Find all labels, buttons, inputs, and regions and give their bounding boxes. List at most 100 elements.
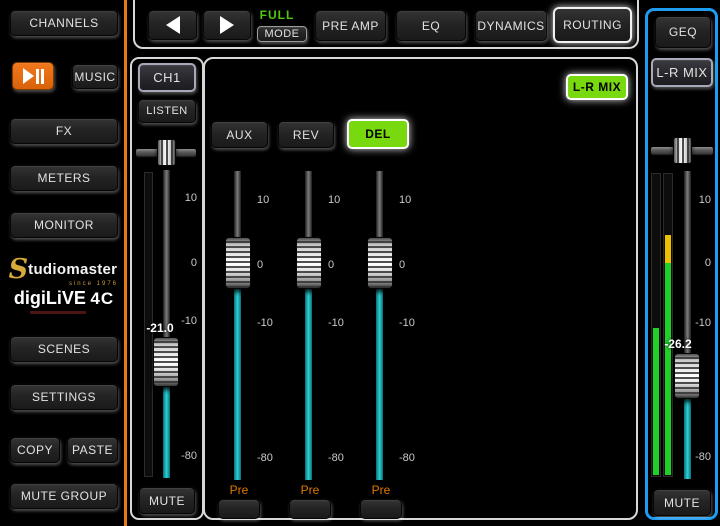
master-fader-knob[interactable] <box>674 353 700 399</box>
channel-mute-label: MUTE <box>149 494 185 508</box>
studiomaster-logo-rest: tudiomaster <box>28 261 117 278</box>
send2-fader-track-lower[interactable] <box>305 263 312 480</box>
sidebar-item-fx[interactable]: FX <box>10 118 118 144</box>
send3-scale-minus80: -80 <box>399 452 423 464</box>
send3-scale-10: 10 <box>399 194 423 206</box>
meters-label: METERS <box>37 171 90 185</box>
master-fader-value: -26.2 <box>656 337 700 351</box>
digilive-model: 4C <box>90 289 114 308</box>
left-arrow-icon <box>166 16 180 34</box>
tab-preamp-label: PRE AMP <box>322 19 379 33</box>
digilive-product: digiLiVE <box>14 288 86 308</box>
play-pause-button[interactable] <box>12 62 54 90</box>
send2-scale-10: 10 <box>328 194 352 206</box>
mode-state-label: FULL <box>250 8 304 22</box>
channel-pan-knob[interactable] <box>157 139 176 166</box>
send1-fader-knob[interactable] <box>225 237 251 289</box>
sidebar-divider <box>124 0 127 526</box>
copy-button[interactable]: COPY <box>10 437 60 463</box>
mode-button[interactable]: MODE <box>257 26 307 42</box>
digilive-subtext-bar <box>30 311 86 314</box>
master-scale-10: 10 <box>689 194 711 206</box>
sidebar-item-scenes[interactable]: SCENES <box>10 336 118 362</box>
destination-lr-mix-button[interactable]: L-R MIX <box>566 74 628 100</box>
channels-label: CHANNELS <box>29 16 98 30</box>
tab-dynamics[interactable]: DYNAMICS <box>475 10 547 41</box>
mute-group-button[interactable]: MUTE GROUP <box>10 483 118 509</box>
master-pan-knob[interactable] <box>673 137 692 164</box>
channel-name-label: CH1 <box>153 70 181 85</box>
studiomaster-logo-initial: S <box>9 254 29 285</box>
send1-fader-track-lower[interactable] <box>234 263 241 480</box>
master-scale-minus80: -80 <box>689 451 711 463</box>
geq-button[interactable]: GEQ <box>655 16 711 48</box>
channel-name-button[interactable]: CH1 <box>138 63 196 92</box>
channel-mute-button[interactable]: MUTE <box>139 487 195 514</box>
bus-aux-label: AUX <box>226 128 252 142</box>
send3-scale-0: 0 <box>399 259 423 271</box>
master-meter-right-peak <box>665 235 671 263</box>
paste-button[interactable]: PASTE <box>67 437 118 463</box>
listen-label: LISTEN <box>146 105 188 117</box>
bus-del-button[interactable]: DEL <box>347 119 409 149</box>
master-name-label: L-R MIX <box>656 65 707 80</box>
music-label: MUSIC <box>74 70 115 84</box>
mixer-screen: CHANNELS MUSIC FX METERS MONITOR Studiom… <box>0 0 720 526</box>
send3-fader-track-lower[interactable] <box>376 263 383 480</box>
send3-fader-knob[interactable] <box>367 237 393 289</box>
sidebar-item-meters[interactable]: METERS <box>10 165 118 191</box>
channel-scale-10: 10 <box>175 192 197 204</box>
master-meter-right <box>663 173 673 477</box>
settings-label: SETTINGS <box>32 390 96 404</box>
next-channel-button[interactable] <box>203 10 251 40</box>
geq-label: GEQ <box>669 25 697 39</box>
sidebar-item-settings[interactable]: SETTINGS <box>10 384 118 410</box>
copy-label: COPY <box>17 443 53 457</box>
tab-eq[interactable]: EQ <box>396 10 466 41</box>
send1-scale-10: 10 <box>257 194 281 206</box>
digilive-logo: digiLiVE 4C <box>10 288 118 309</box>
send3-pre-label: Pre <box>365 483 397 497</box>
fx-label: FX <box>56 124 72 138</box>
bus-rev-label: REV <box>293 128 319 142</box>
mute-group-label: MUTE GROUP <box>21 489 107 503</box>
send3-value-button[interactable] <box>360 499 402 519</box>
master-name-button[interactable]: L-R MIX <box>651 58 713 87</box>
master-meter-right-fill <box>665 263 671 475</box>
play-pause-icon <box>23 68 44 84</box>
prev-channel-button[interactable] <box>148 10 197 40</box>
master-strip-panel: GEQ L-R MIX 10 0 -10 -80 -26.2 MUTE <box>645 8 718 520</box>
send2-scale-minus10: -10 <box>328 317 352 329</box>
send3-scale-minus10: -10 <box>399 317 423 329</box>
send2-value-button[interactable] <box>289 499 331 519</box>
routing-panel: L-R MIX AUX REV DEL 10 0 -10 -80 Pre 10 … <box>203 57 638 520</box>
sidebar: CHANNELS MUSIC FX METERS MONITOR Studiom… <box>0 0 124 526</box>
send1-scale-minus80: -80 <box>257 452 281 464</box>
listen-button[interactable]: LISTEN <box>138 99 196 123</box>
bus-aux-button[interactable]: AUX <box>211 121 268 148</box>
destination-lr-mix-label: L-R MIX <box>573 80 621 94</box>
channel-scale-minus80: -80 <box>175 450 197 462</box>
right-arrow-icon <box>220 16 234 34</box>
tab-preamp[interactable]: PRE AMP <box>315 10 386 41</box>
send2-pre-label: Pre <box>294 483 326 497</box>
master-scale-0: 0 <box>689 257 711 269</box>
channel-fader-value: -21.0 <box>138 321 182 335</box>
studiomaster-tagline: since 1976 <box>58 281 118 287</box>
master-mute-button[interactable]: MUTE <box>653 489 711 516</box>
sidebar-item-channels[interactable]: CHANNELS <box>10 10 118 36</box>
bus-rev-button[interactable]: REV <box>278 121 334 148</box>
channel-fader-knob[interactable] <box>153 337 179 387</box>
sidebar-item-monitor[interactable]: MONITOR <box>10 212 118 238</box>
send1-value-button[interactable] <box>218 499 260 519</box>
tab-routing[interactable]: ROUTING <box>553 7 632 43</box>
bus-del-label: DEL <box>365 127 391 141</box>
send1-scale-minus10: -10 <box>257 317 281 329</box>
paste-label: PASTE <box>72 443 113 457</box>
send2-fader-knob[interactable] <box>296 237 322 289</box>
master-mute-label: MUTE <box>664 496 700 510</box>
master-meter-left <box>651 173 661 477</box>
sidebar-item-music[interactable]: MUSIC <box>72 64 118 89</box>
send2-scale-minus80: -80 <box>328 452 352 464</box>
scenes-label: SCENES <box>38 342 90 356</box>
